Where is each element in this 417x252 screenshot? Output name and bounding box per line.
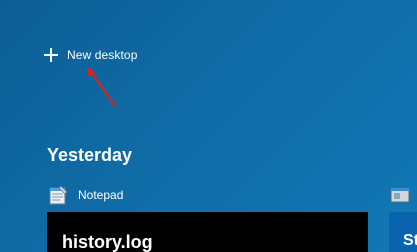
new-desktop-button[interactable]: New desktop: [44, 44, 137, 66]
window-header-partial: [389, 184, 417, 206]
window-header-notepad: Notepad: [47, 184, 123, 206]
thumbnail-text-partial: St: [403, 232, 417, 249]
new-desktop-label: New desktop: [67, 48, 138, 62]
timeline-section-heading: Yesterday: [47, 145, 133, 165]
app-icon: [390, 187, 410, 203]
window-thumbnail-notepad[interactable]: history.log: [47, 212, 368, 252]
window-title-notepad: Notepad: [78, 188, 124, 202]
window-thumbnail-partial[interactable]: St: [389, 212, 417, 252]
plus-icon: [44, 48, 58, 62]
notepad-icon: [49, 185, 68, 205]
thumbnail-text: history.log: [62, 232, 153, 252]
